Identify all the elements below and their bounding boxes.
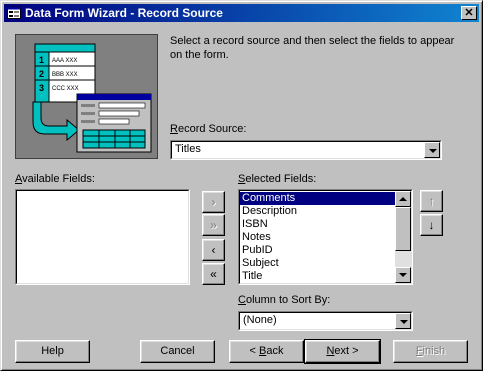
selected-field-item[interactable]: ISBN xyxy=(240,218,396,231)
illustration-row-3-num: 3 xyxy=(39,83,44,93)
sort-by-value: (None) xyxy=(243,314,277,326)
selected-field-item[interactable]: Description xyxy=(240,205,396,218)
illustration-row-3-text: CCC XXX xyxy=(52,86,79,92)
remove-all-fields-button[interactable]: « xyxy=(202,263,225,285)
move-down-button[interactable]: ↓ xyxy=(420,214,443,236)
close-icon: ✕ xyxy=(464,7,474,19)
add-field-button[interactable]: › xyxy=(202,191,225,213)
cancel-button[interactable]: Cancel xyxy=(140,340,215,363)
add-all-fields-button[interactable]: » xyxy=(202,214,225,236)
window-title: Data Form Wizard - Record Source xyxy=(25,6,223,20)
scroll-up-button[interactable] xyxy=(395,191,411,207)
help-button[interactable]: Help xyxy=(15,340,90,363)
sort-by-combo[interactable]: (None) xyxy=(238,311,413,331)
chevron-right-icon: › xyxy=(211,195,216,209)
remove-field-button[interactable]: ‹ xyxy=(202,239,225,261)
instructions-text: Select a record source and then select t… xyxy=(170,35,455,61)
selected-fields-scrollbar[interactable] xyxy=(395,191,411,283)
sort-by-label: Column to Sort By: xyxy=(238,294,331,306)
form-wizard-icon xyxy=(7,6,21,19)
selected-field-item[interactable]: Subject xyxy=(240,257,396,270)
title-bar[interactable]: Data Form Wizard - Record Source ✕ xyxy=(4,4,479,22)
wizard-illustration: 1 AAA XXX 2 BBB XXX 3 CCC XXX xyxy=(15,34,158,159)
available-fields-list[interactable] xyxy=(15,189,190,285)
record-source-label: Record Source: xyxy=(170,123,247,135)
selected-fields-label: Selected Fields: xyxy=(238,173,317,185)
sort-by-dropdown-button[interactable] xyxy=(395,313,411,329)
back-button[interactable]: < Back xyxy=(229,340,304,363)
finish-button[interactable]: Finish xyxy=(393,340,468,363)
record-source-combo[interactable]: Titles xyxy=(170,140,442,160)
scroll-thumb[interactable] xyxy=(395,207,411,251)
illustration-row-2-num: 2 xyxy=(39,69,44,79)
illustration-row-1-text: AAA XXX xyxy=(52,58,77,64)
double-chevron-right-icon: » xyxy=(210,218,217,232)
selected-field-item[interactable]: Comments xyxy=(240,192,396,205)
move-up-button[interactable]: ↑ xyxy=(420,190,443,212)
scroll-down-icon xyxy=(399,273,407,277)
record-source-dropdown-button[interactable] xyxy=(424,142,440,158)
double-chevron-left-icon: « xyxy=(210,267,217,281)
next-button[interactable]: Next > xyxy=(304,339,381,364)
arrow-down-icon: ↓ xyxy=(428,218,435,232)
selected-fields-list[interactable]: Comments Description ISBN Notes PubID Subject… xyxy=(238,189,413,285)
arrow-up-icon: ↑ xyxy=(428,194,435,208)
selected-field-item[interactable]: Notes xyxy=(240,231,396,244)
chevron-left-icon: ‹ xyxy=(211,243,216,257)
illustration-row-2-text: BBB XXX xyxy=(52,72,78,78)
close-button[interactable]: ✕ xyxy=(461,6,477,20)
illustration-row-1-num: 1 xyxy=(39,55,44,65)
scroll-up-icon xyxy=(399,197,407,201)
chevron-down-icon xyxy=(400,320,408,324)
available-fields-label: Available Fields: xyxy=(15,173,95,185)
chevron-down-icon xyxy=(429,149,437,153)
selected-field-item[interactable]: PubID xyxy=(240,244,396,257)
selected-field-item[interactable]: Title xyxy=(240,270,396,283)
record-source-value: Titles xyxy=(175,143,201,155)
wizard-window: Data Form Wizard - Record Source ✕ 1 AAA… xyxy=(0,0,483,371)
scroll-down-button[interactable] xyxy=(395,267,411,283)
